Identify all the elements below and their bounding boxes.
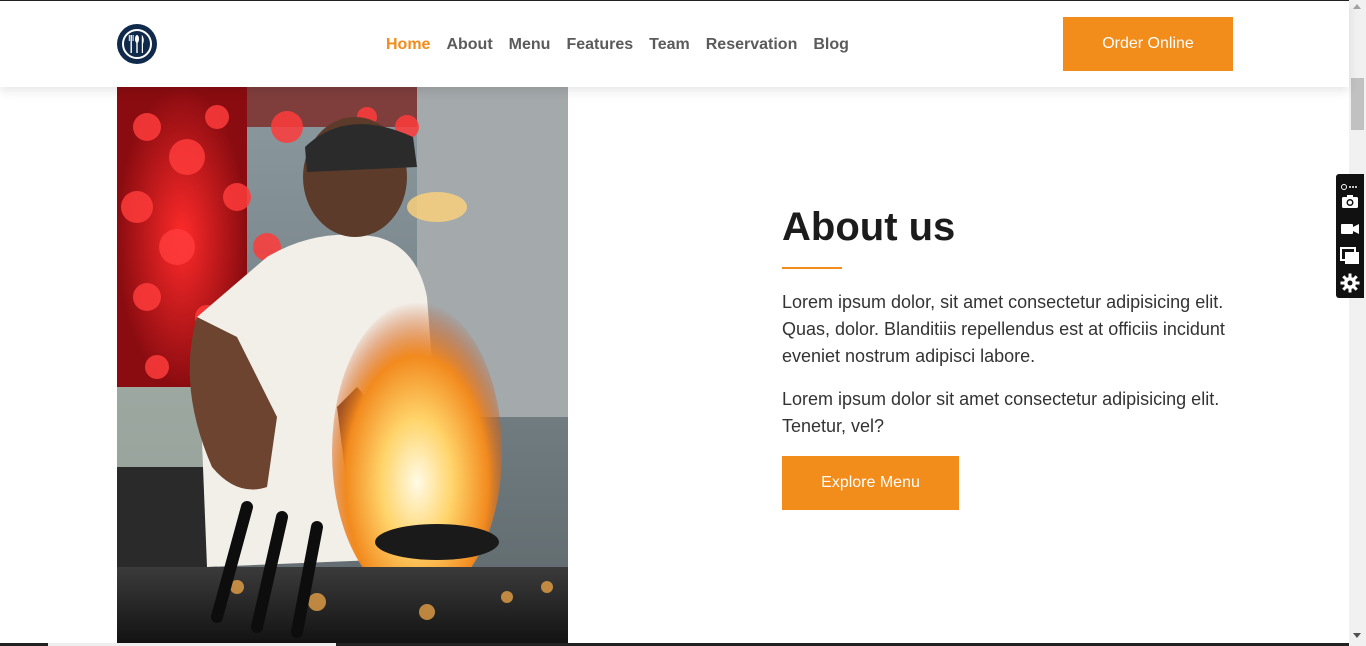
title-underline xyxy=(782,267,842,269)
camera-icon[interactable] xyxy=(1340,192,1360,212)
video-icon[interactable] xyxy=(1340,219,1360,239)
nav-team[interactable]: Team xyxy=(649,35,690,55)
nav-blog[interactable]: Blog xyxy=(813,35,849,55)
nav-reservation[interactable]: Reservation xyxy=(706,35,798,55)
page-scrollbar[interactable] xyxy=(1349,0,1366,646)
nav-features[interactable]: Features xyxy=(566,35,633,55)
scrollbar-thumb[interactable] xyxy=(1351,78,1364,130)
window-icon[interactable] xyxy=(1340,246,1360,266)
side-toolbar xyxy=(1336,174,1364,298)
about-paragraph-1: Lorem ipsum dolor, sit amet consectetur … xyxy=(782,292,1225,366)
order-online-button[interactable]: Order Online xyxy=(1063,17,1233,71)
nav-about[interactable]: About xyxy=(446,35,492,55)
nav-home[interactable]: Home xyxy=(386,35,430,55)
scroll-up-arrow-icon[interactable] xyxy=(1353,4,1361,9)
chef-flambe-photo xyxy=(117,87,568,646)
scroll-down-arrow-icon[interactable] xyxy=(1353,633,1361,638)
nav-menu[interactable]: Menu xyxy=(509,35,551,55)
chef-photo xyxy=(117,87,568,646)
utensils-icon xyxy=(122,29,152,59)
explore-menu-button[interactable]: Explore Menu xyxy=(782,456,959,510)
about-title: About us xyxy=(782,205,956,249)
main-nav: Home About Menu Features Team Reservatio… xyxy=(386,35,865,55)
about-section: About us Lorem ipsum dolor, sit amet con… xyxy=(782,204,1242,510)
site-header: Home About Menu Features Team Reservatio… xyxy=(0,1,1349,87)
about-paragraph-2: Lorem ipsum dolor sit amet consectetur a… xyxy=(782,389,1220,436)
logo[interactable] xyxy=(117,24,157,64)
gear-icon[interactable] xyxy=(1340,273,1360,293)
